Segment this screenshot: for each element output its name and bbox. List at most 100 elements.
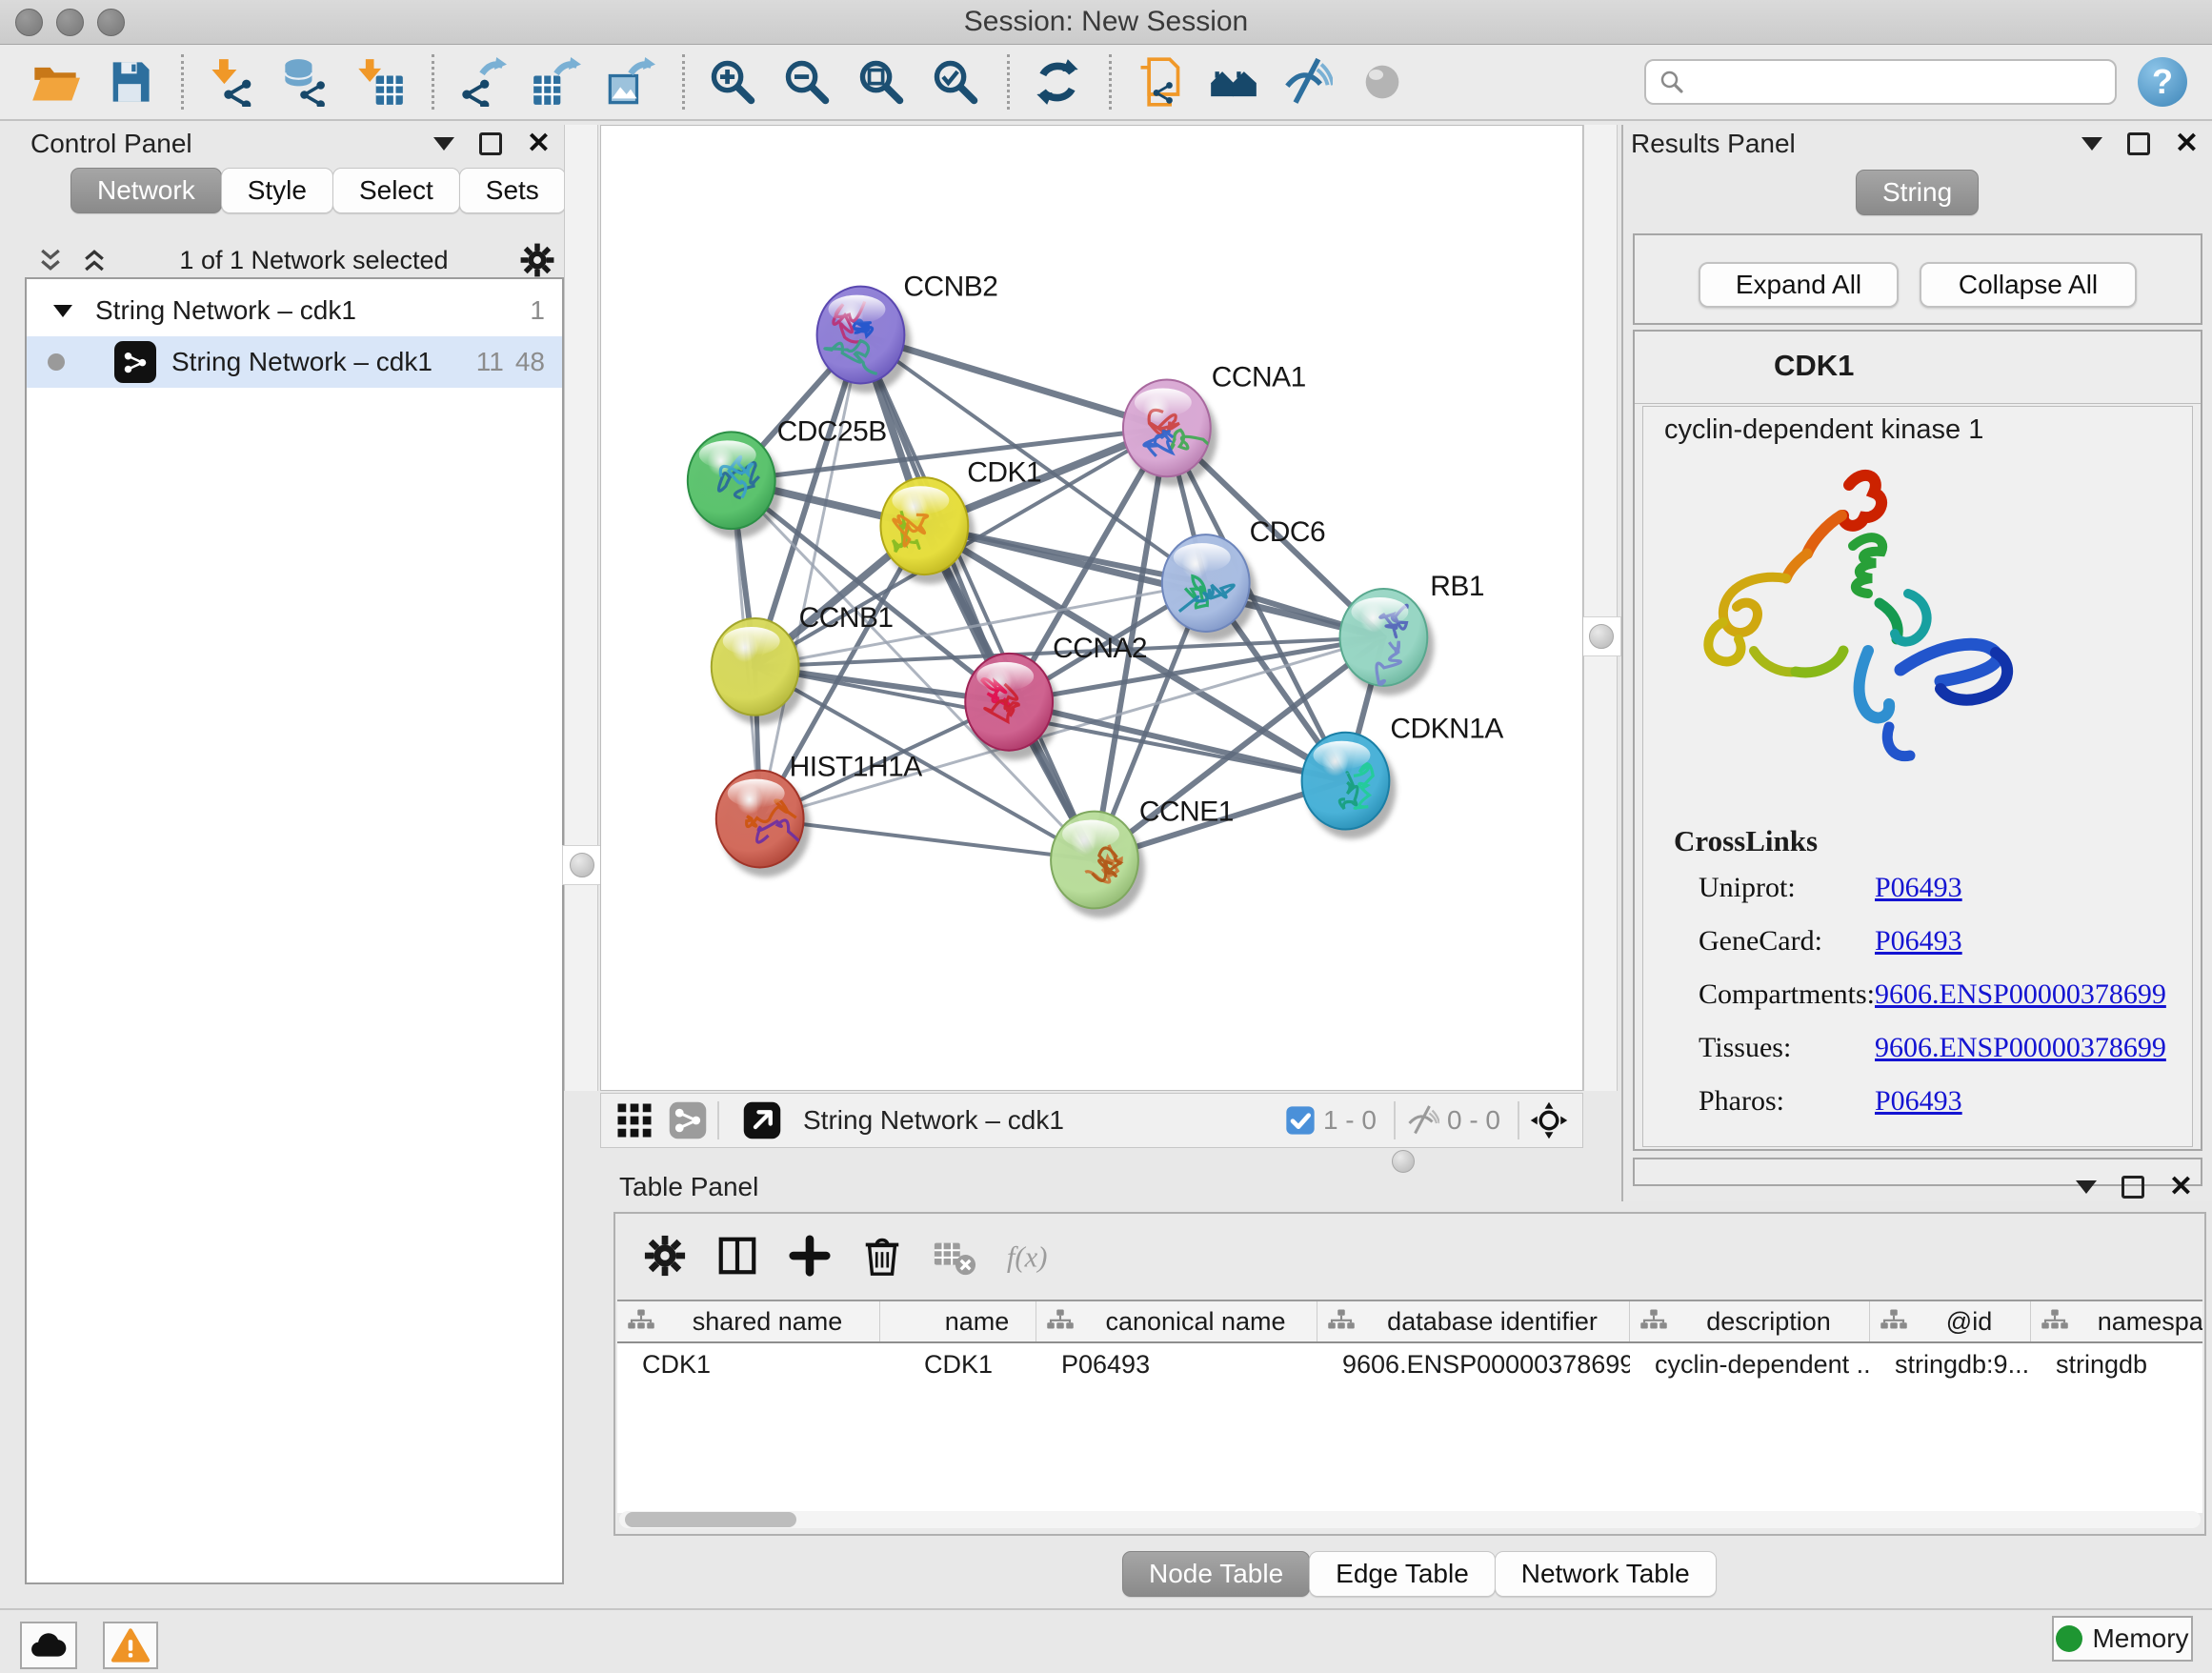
table-row[interactable]: CDK1CDK1P064939606.ENSP00000378699cyclin… <box>617 1343 2202 1385</box>
collapse-all-icon[interactable] <box>36 246 65 274</box>
crosslink-value-link[interactable]: 9606.ENSP00000378699 <box>1875 1032 2166 1064</box>
results-buttons-box: Expand All Collapse All <box>1633 233 2202 325</box>
search-input[interactable] <box>1686 67 2103 98</box>
crosslink-value-link[interactable]: P06493 <box>1875 925 1962 957</box>
node-label-CCNE1: CCNE1 <box>1139 796 1234 828</box>
zoom-in-button[interactable] <box>702 51 763 112</box>
crosslink-label: Tissues: <box>1699 1032 1875 1064</box>
add-column-button[interactable] <box>783 1229 836 1282</box>
splitter-handle[interactable] <box>570 853 594 877</box>
import-database-button[interactable] <box>275 51 336 112</box>
tab-string[interactable]: String <box>1856 170 1979 215</box>
expand-all-icon[interactable] <box>80 246 109 274</box>
export-image-button[interactable] <box>600 51 661 112</box>
panel-float-icon[interactable] <box>479 132 502 155</box>
panel-menu-icon[interactable] <box>2076 1180 2097 1194</box>
right-splitter[interactable] <box>1583 125 1618 1091</box>
save-button[interactable] <box>99 51 160 112</box>
network-node-CCNB2[interactable]: CCNB2 <box>817 272 998 393</box>
network-node-RB1[interactable]: RB1 <box>1339 571 1484 697</box>
scrollbar-thumb[interactable] <box>625 1512 796 1527</box>
panel-menu-icon[interactable] <box>433 137 454 151</box>
panel-close-icon[interactable]: ✕ <box>527 134 551 153</box>
column-header-canonical-name[interactable]: canonical name <box>1036 1301 1317 1341</box>
grid-view-icon[interactable] <box>614 1100 654 1140</box>
column-header-shared-name[interactable]: shared name <box>617 1301 880 1341</box>
panel-close-icon[interactable]: ✕ <box>2169 1178 2193 1197</box>
crosshair-icon[interactable] <box>1529 1100 1569 1140</box>
tab-network-table[interactable]: Network Table <box>1495 1551 1717 1597</box>
export-table-button[interactable] <box>526 51 587 112</box>
zoom-fit-button[interactable] <box>851 51 912 112</box>
table-cell[interactable]: CDK1 <box>880 1350 1036 1380</box>
horizontal-scrollbar[interactable] <box>619 1511 2201 1528</box>
import-network-button[interactable] <box>201 51 262 112</box>
crosslink-value-link[interactable]: P06493 <box>1875 1085 1962 1118</box>
table-cell[interactable]: stringdb <box>2031 1350 2202 1380</box>
expand-all-button[interactable]: Expand All <box>1699 262 1899 308</box>
hide-details-button[interactable] <box>1277 51 1338 112</box>
network-collection-row[interactable]: String Network – cdk1 1 <box>27 285 562 336</box>
open-folder-button[interactable] <box>25 51 86 112</box>
table-cell[interactable]: P06493 <box>1036 1350 1317 1380</box>
import-table-button[interactable] <box>350 51 411 112</box>
panel-close-icon[interactable]: ✕ <box>2175 134 2199 153</box>
open-in-new-icon[interactable] <box>742 1100 782 1140</box>
memory-button[interactable]: Memory <box>2052 1616 2193 1662</box>
column-header-name[interactable]: name <box>880 1301 1036 1341</box>
crosslink-value-link[interactable]: 9606.ENSP00000378699 <box>1875 978 2166 1011</box>
panel-float-icon[interactable] <box>2122 1176 2144 1199</box>
tab-edge-table[interactable]: Edge Table <box>1309 1551 1496 1597</box>
network-node-HIST1H1A[interactable]: HIST1H1A <box>716 752 922 877</box>
tab-sets[interactable]: Sets <box>459 168 566 213</box>
network-node-CDC25B[interactable]: CDC25B <box>688 415 887 538</box>
network-node-CDKN1A[interactable]: CDKN1A <box>1302 714 1504 839</box>
table-cell[interactable]: 9606.ENSP00000378699 <box>1317 1350 1630 1380</box>
network-node-CCNE1[interactable]: CCNE1 <box>1051 796 1234 918</box>
cloud-button[interactable] <box>20 1622 77 1669</box>
column-header-@id[interactable]: @id <box>1870 1301 2031 1341</box>
columns-button[interactable] <box>711 1229 764 1282</box>
home-button[interactable] <box>1203 51 1264 112</box>
splitter-handle[interactable] <box>1589 624 1614 649</box>
tab-node-table[interactable]: Node Table <box>1122 1551 1310 1597</box>
network-row[interactable]: String Network – cdk1 11 48 <box>27 336 562 388</box>
selected-checkbox[interactable] <box>1285 1105 1316 1136</box>
network-node-CCNA1[interactable]: CCNA1 <box>1123 361 1306 486</box>
crosslink-value-link[interactable]: P06493 <box>1875 872 1962 904</box>
table-cell[interactable]: stringdb:9... <box>1870 1350 2031 1380</box>
network-node-CDC6[interactable]: CDC6 <box>1162 516 1325 641</box>
zoom-selected-button[interactable] <box>925 51 986 112</box>
panel-float-icon[interactable] <box>2127 132 2150 155</box>
delete-table-button[interactable] <box>928 1229 981 1282</box>
table-cell[interactable]: cyclin-dependent ... <box>1630 1350 1870 1380</box>
panel-menu-icon[interactable] <box>2081 137 2102 151</box>
collapse-all-button[interactable]: Collapse All <box>1920 262 2137 308</box>
hidden-eye-icon[interactable] <box>1405 1103 1439 1138</box>
export-network-button[interactable] <box>452 51 513 112</box>
gear-button[interactable] <box>638 1229 692 1282</box>
tab-network[interactable]: Network <box>70 168 222 213</box>
column-header-database-identifier[interactable]: database identifier <box>1317 1301 1630 1341</box>
network-edge-CCNB2-HIST1H1A[interactable] <box>760 335 861 819</box>
tab-style[interactable]: Style <box>221 168 333 213</box>
warning-button[interactable] <box>103 1622 158 1669</box>
left-splitter[interactable] <box>564 125 598 1091</box>
network-tree: String Network – cdk1 1 String Network –… <box>25 277 564 1584</box>
column-header-description[interactable]: description <box>1630 1301 1870 1341</box>
zoom-out-button[interactable] <box>776 51 837 112</box>
birdseye-button[interactable] <box>1352 51 1413 112</box>
column-header-namespace[interactable]: namespace <box>2031 1301 2202 1341</box>
delete-column-button[interactable] <box>855 1229 909 1282</box>
tab-select[interactable]: Select <box>332 168 460 213</box>
network-canvas[interactable]: CCNB2CCNA1CDC25BCDK1CDC6RB1CCNB1CCNA2CDK… <box>601 126 1582 1090</box>
fx-button[interactable]: f(x) <box>1000 1229 1054 1282</box>
table-cell[interactable]: CDK1 <box>617 1350 880 1380</box>
search-box[interactable] <box>1644 59 2117 105</box>
layout-refresh-button[interactable] <box>1027 51 1088 112</box>
help-button[interactable]: ? <box>2138 57 2187 107</box>
clone-network-button[interactable] <box>1129 51 1190 112</box>
share-view-icon[interactable] <box>668 1100 708 1140</box>
tree-expand-icon[interactable] <box>53 305 72 317</box>
gear-icon[interactable] <box>519 242 555 278</box>
